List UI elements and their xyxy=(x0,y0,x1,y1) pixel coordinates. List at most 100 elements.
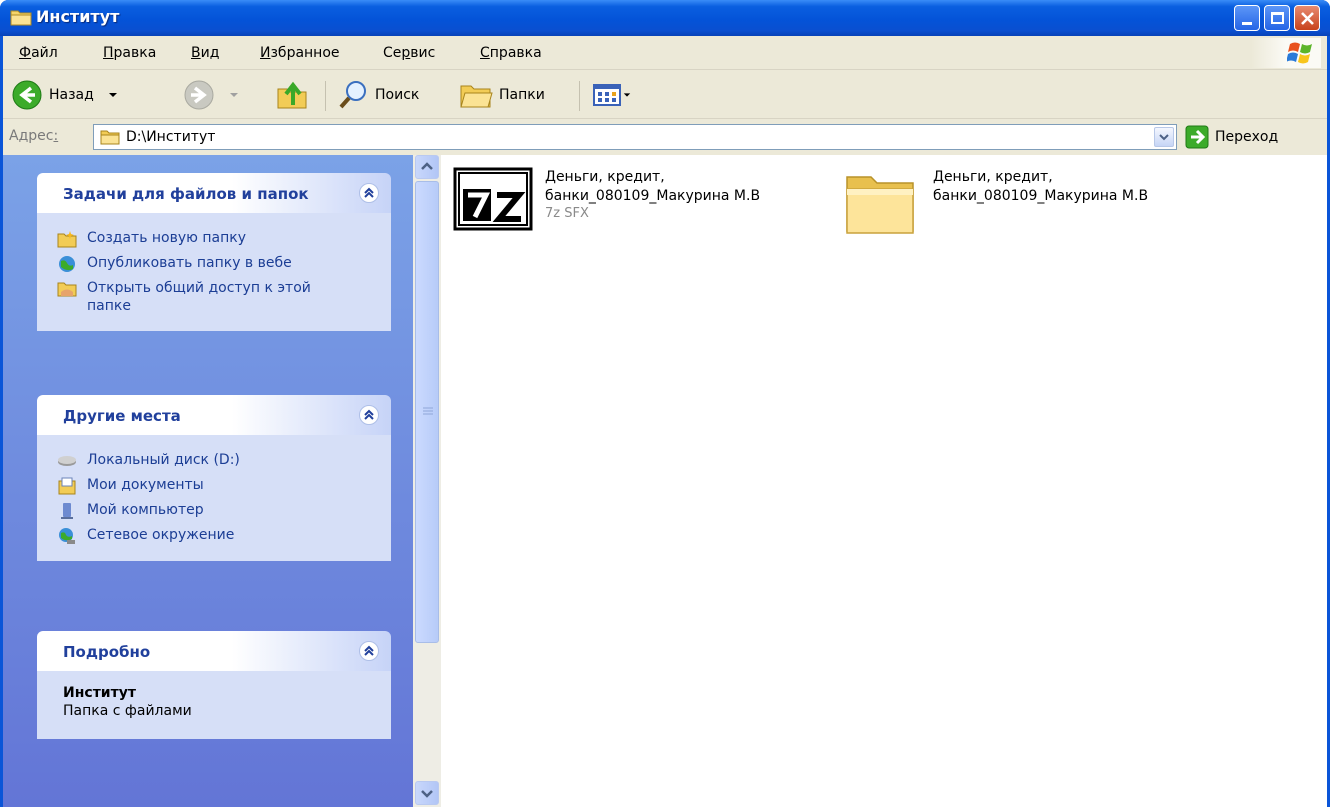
go-button[interactable]: Переход xyxy=(1185,125,1278,149)
place-my-computer[interactable]: Мой компьютер xyxy=(57,501,391,520)
search-icon xyxy=(339,81,366,109)
folders-icon xyxy=(460,85,493,108)
toolbar-separator xyxy=(579,81,580,111)
chevron-down-icon xyxy=(230,93,238,97)
windows-logo xyxy=(1251,38,1321,68)
folder-icon xyxy=(10,10,32,26)
drive-icon xyxy=(58,456,76,466)
scroll-down-button[interactable] xyxy=(415,781,439,805)
address-value: D:\Институт xyxy=(126,129,216,145)
place-network[interactable]: Сетевое окружение xyxy=(57,526,391,545)
search-label: Поиск xyxy=(375,87,420,103)
panel-header[interactable]: Подробно xyxy=(37,631,391,671)
panel-header[interactable]: Задачи для файлов и папок xyxy=(37,173,391,213)
folders-label: Папки xyxy=(499,87,545,103)
up-folder-button[interactable] xyxy=(275,77,309,113)
file-text: Деньги, кредит, банки_080109_Макурина М.… xyxy=(545,167,760,231)
task-new-folder[interactable]: Создать новую папку xyxy=(57,229,391,248)
toolbar: Назад Поиск Папки xyxy=(3,71,1327,119)
chevron-down-icon xyxy=(1159,134,1169,141)
menu-bar: Файл Правка Вид Избранное Сервис Справка xyxy=(3,36,1327,70)
menu-tools[interactable]: Сервис xyxy=(383,45,435,61)
go-arrow-icon xyxy=(1185,125,1209,149)
new-folder-icon xyxy=(57,231,77,248)
menu-view[interactable]: Вид xyxy=(191,45,219,61)
my-computer-icon xyxy=(61,503,73,519)
file-type: 7z SFX xyxy=(545,206,589,221)
address-label: Адрес: xyxy=(9,128,59,144)
place-my-documents[interactable]: Мои документы xyxy=(57,476,391,495)
menu-favorites[interactable]: Избранное xyxy=(260,45,340,61)
details-panel: Подробно Институт Папка с файлами xyxy=(37,631,391,739)
back-button[interactable]: Назад xyxy=(11,77,118,113)
maximize-icon xyxy=(1271,12,1284,24)
network-icon xyxy=(59,528,75,544)
explorer-window: Институт Файл Правка Вид Избранное Серви… xyxy=(0,0,1330,807)
chevron-down-icon xyxy=(421,790,433,798)
chevron-up-double-icon xyxy=(364,409,374,420)
file-name-line1: Деньги, кредит, xyxy=(933,169,1053,185)
file-name-line1: Деньги, кредит, xyxy=(545,169,665,185)
scroll-up-button[interactable] xyxy=(415,155,439,179)
folder-icon xyxy=(846,176,914,234)
other-places-panel: Другие места Локальный диск (D:) Мои док… xyxy=(37,395,391,561)
scroll-thumb[interactable] xyxy=(415,181,439,643)
file-view[interactable]: Деньги, кредит, банки_080109_Макурина М.… xyxy=(441,155,1327,807)
address-dropdown-button[interactable] xyxy=(1154,127,1174,147)
collapse-button[interactable] xyxy=(359,405,379,425)
views-button[interactable] xyxy=(593,77,631,113)
forward-arrow-icon xyxy=(184,80,214,110)
panel-body: Институт Папка с файлами xyxy=(37,671,391,739)
publish-web-icon xyxy=(59,256,75,272)
menu-help[interactable]: Справка xyxy=(480,45,542,61)
window-frame: Файл Правка Вид Избранное Сервис Справка xyxy=(3,36,1327,807)
task-publish-web[interactable]: Опубликовать папку в вебе xyxy=(57,254,391,273)
up-folder-icon xyxy=(277,81,307,109)
details-kind: Папка с файлами xyxy=(63,703,192,719)
chevron-down-icon xyxy=(623,93,631,97)
panel-title: Задачи для файлов и папок xyxy=(63,185,309,203)
close-button[interactable] xyxy=(1294,5,1320,31)
collapse-button[interactable] xyxy=(359,183,379,203)
title-bar[interactable]: Институт xyxy=(0,0,1330,36)
chevron-up-double-icon xyxy=(364,645,374,656)
file-name-line2: банки_080109_Макурина М.В xyxy=(933,188,1149,204)
minimize-icon xyxy=(1242,22,1252,25)
chevron-up-icon xyxy=(421,162,433,170)
panel-body: Создать новую папку Опубликовать папку в… xyxy=(37,213,391,331)
panel-title: Другие места xyxy=(63,407,181,425)
collapse-button[interactable] xyxy=(359,641,379,661)
menu-file[interactable]: Файл xyxy=(19,45,58,61)
address-field[interactable]: D:\Институт xyxy=(93,124,1177,150)
task-share-folder[interactable]: Открыть общий доступ к этой папке xyxy=(57,279,391,315)
task-pane: Задачи для файлов и папок Создать новую … xyxy=(3,155,413,807)
panel-body: Локальный диск (D:) Мои документы Мой ко… xyxy=(37,435,391,561)
file-item-folder[interactable]: Деньги, кредит, банки_080109_Макурина М.… xyxy=(841,167,1148,239)
toolbar-separator xyxy=(325,81,326,111)
search-button[interactable]: Поиск xyxy=(337,77,419,113)
window-title: Институт xyxy=(36,7,120,26)
grip-icon xyxy=(423,407,433,415)
folders-button[interactable]: Папки xyxy=(459,77,545,113)
file-item-7z[interactable]: Деньги, кредит, банки_080109_Макурина М.… xyxy=(453,167,760,231)
7z-archive-icon xyxy=(453,167,533,231)
panel-header[interactable]: Другие места xyxy=(37,395,391,435)
my-documents-icon xyxy=(58,477,76,495)
file-name-line2: банки_080109_Макурина М.В xyxy=(545,188,761,204)
chevron-up-double-icon xyxy=(364,187,374,198)
file-tasks-panel: Задачи для файлов и папок Создать новую … xyxy=(37,173,391,331)
minimize-button[interactable] xyxy=(1234,5,1260,31)
views-icon xyxy=(593,84,621,106)
place-local-disk[interactable]: Локальный диск (D:) xyxy=(57,451,391,470)
task-pane-scrollbar[interactable] xyxy=(413,155,441,807)
folder-icon xyxy=(100,130,120,145)
back-arrow-icon xyxy=(12,80,42,110)
maximize-button[interactable] xyxy=(1264,5,1290,31)
forward-button[interactable] xyxy=(183,77,239,113)
panel-title: Подробно xyxy=(63,643,151,661)
share-folder-icon xyxy=(57,282,77,297)
address-bar: Адрес: D:\Институт Переход xyxy=(3,120,1327,154)
go-label: Переход xyxy=(1215,129,1279,145)
menu-edit[interactable]: Правка xyxy=(103,45,156,61)
details-name: Институт xyxy=(63,685,136,701)
